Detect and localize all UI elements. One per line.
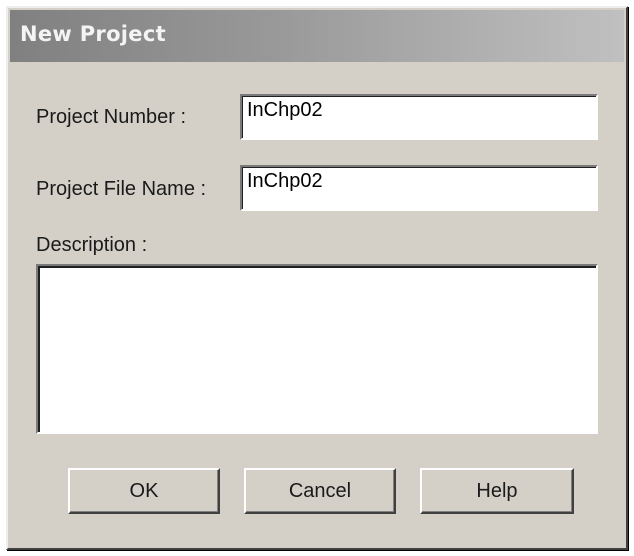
new-project-dialog: New Project Project Number : InChp02 Pro…: [6, 6, 628, 550]
title-bar[interactable]: New Project: [10, 10, 624, 62]
project-file-name-input[interactable]: InChp02: [240, 165, 598, 211]
project-number-label: Project Number :: [36, 106, 187, 128]
dialog-title: New Project: [20, 22, 166, 46]
project-number-input[interactable]: InChp02: [240, 94, 598, 140]
project-file-name-label: Project File Name :: [36, 178, 207, 200]
ok-button[interactable]: OK: [68, 468, 220, 514]
description-textarea[interactable]: [36, 264, 598, 434]
help-button[interactable]: Help: [420, 468, 574, 514]
description-label: Description :: [36, 234, 148, 256]
cancel-button[interactable]: Cancel: [244, 468, 396, 514]
